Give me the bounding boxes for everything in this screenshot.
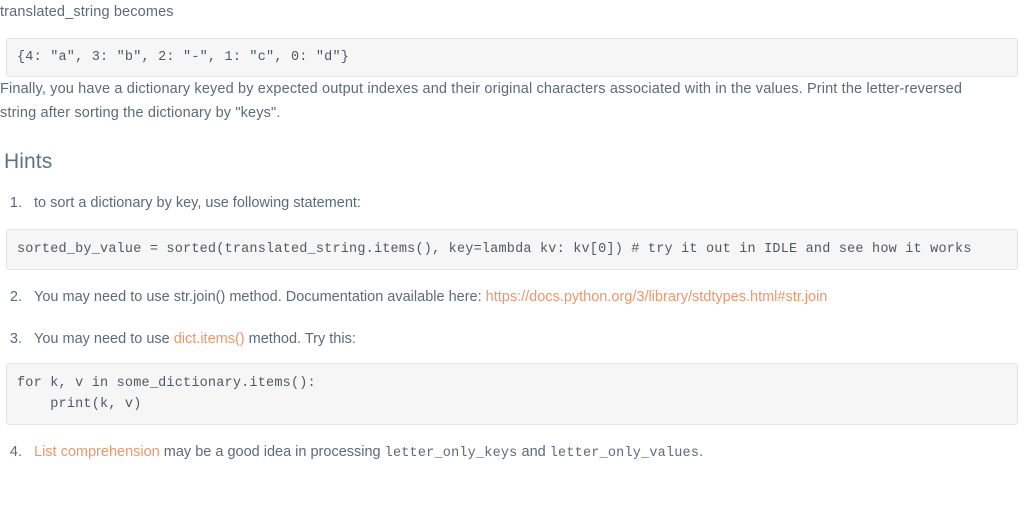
hints-list: to sort a dictionary by key, use followi… — [0, 191, 1024, 215]
inline-code-letter-only-keys: letter_only_keys — [384, 446, 518, 461]
list-comprehension-link[interactable]: List comprehension — [34, 444, 160, 460]
code-block-for-loop: for k, v in some_dictionary.items(): pri… — [6, 363, 1018, 425]
article-content: translated_string becomes {4: "a", 3: "b… — [0, 0, 1024, 466]
code-block-sorted-by-value: sorted_by_value = sorted(translated_stri… — [6, 229, 1018, 270]
hint-item-1: to sort a dictionary by key, use followi… — [26, 191, 1024, 215]
code-block-dict-output: {4: "a", 3: "b", 2: "-", 1: "c", 0: "d"} — [6, 38, 1018, 77]
hint-2-text: You may need to use str.join() method. D… — [34, 289, 486, 305]
inline-code-letter-only-values: letter_only_values — [549, 446, 700, 461]
hint-3-prefix: You may need to use — [34, 331, 174, 347]
hints-list-continued: You may need to use str.join() method. D… — [0, 285, 1024, 351]
hint-3-suffix: method. Try this: — [244, 331, 356, 347]
explanation-paragraph: Finally, you have a dictionary keyed by … — [0, 81, 963, 121]
hint-4-and: and — [517, 444, 550, 460]
hint-4-end: . — [699, 444, 704, 460]
dict-items-link[interactable]: dict.items() — [174, 331, 245, 347]
hint-1-text: to sort a dictionary by key, use followi… — [34, 195, 361, 211]
hints-list-final: List comprehension may be a good idea in… — [0, 440, 1024, 466]
hint-4-mid: may be a good idea in processing — [159, 444, 385, 460]
hint-item-2: You may need to use str.join() method. D… — [26, 285, 1024, 309]
intro-paragraph: translated_string becomes — [0, 4, 174, 20]
python-docs-link[interactable]: https://docs.python.org/3/library/stdtyp… — [486, 289, 828, 305]
hints-heading: Hints — [4, 150, 53, 173]
hint-item-3: You may need to use dict.items() method.… — [26, 327, 1024, 351]
hint-item-4: List comprehension may be a good idea in… — [26, 440, 1024, 466]
